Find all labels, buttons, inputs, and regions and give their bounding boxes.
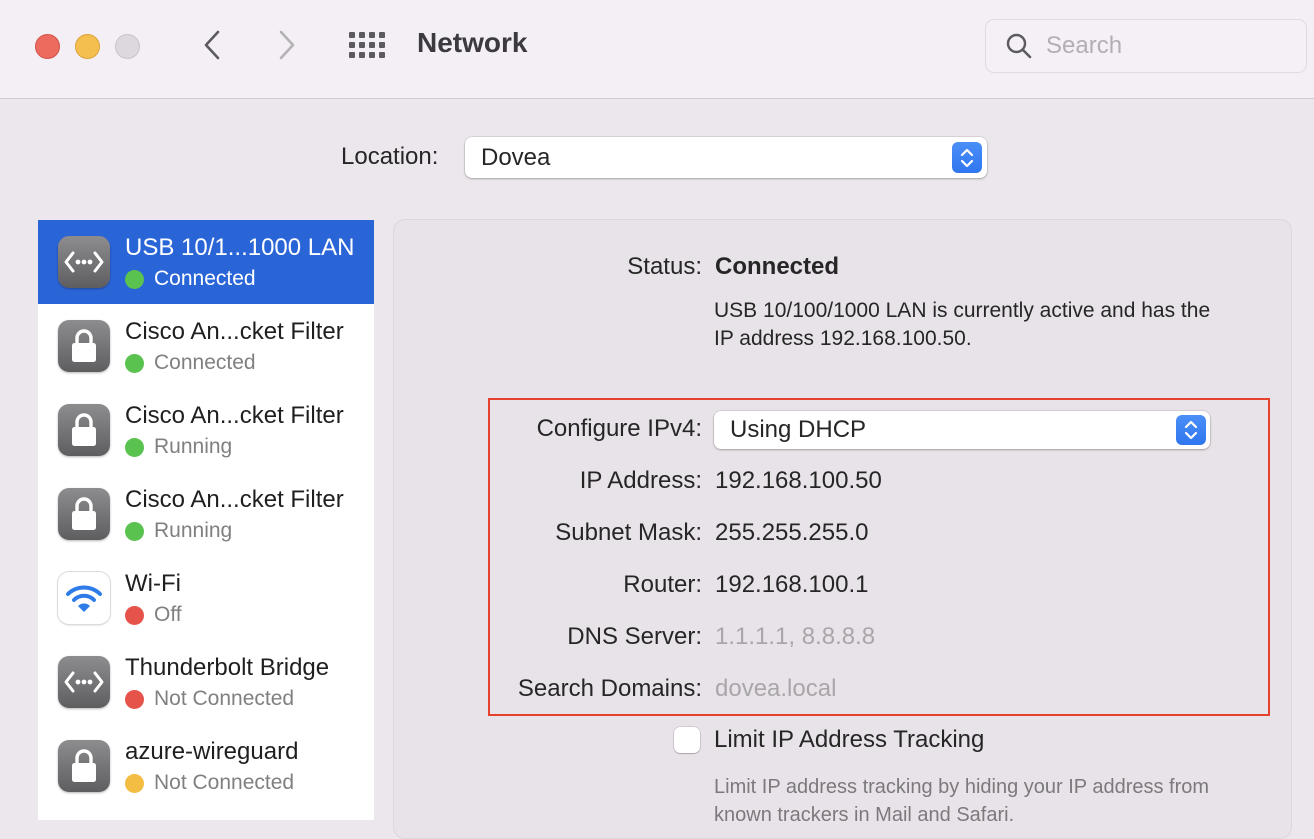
ethernet-icon	[58, 656, 110, 708]
service-name: Cisco An...cket Filter	[125, 486, 344, 513]
subnet-mask-value: 255.255.255.0	[715, 519, 869, 546]
service-item[interactable]: Cisco An...cket Filter Connected	[38, 304, 374, 388]
location-value: Dovea	[481, 143, 551, 171]
service-status: Running	[154, 519, 233, 542]
configure-ipv4-value: Using DHCP	[730, 416, 867, 443]
lock-icon	[58, 488, 110, 540]
service-name: Thunderbolt Bridge	[125, 654, 330, 681]
lock-icon	[58, 404, 110, 456]
chevron-left-icon	[204, 30, 220, 60]
location-dropdown[interactable]: Dovea	[465, 137, 987, 178]
service-status: Running	[154, 435, 233, 458]
configure-ipv4-dropdown[interactable]: Using DHCP	[714, 411, 1210, 449]
service-item[interactable]: Wi-Fi Off	[38, 556, 374, 640]
service-name: USB 10/1...1000 LAN	[125, 234, 355, 261]
service-status: Connected	[154, 351, 256, 374]
chevron-right-icon	[279, 30, 295, 60]
subnet-mask-label: Subnet Mask:	[555, 519, 702, 546]
router-label: Router:	[623, 571, 702, 598]
service-item[interactable]: Cisco An...cket Filter Running	[38, 388, 374, 472]
service-name: Cisco An...cket Filter	[125, 318, 344, 345]
status-value: Connected	[715, 253, 840, 280]
lock-icon	[58, 320, 110, 372]
service-item[interactable]: Cisco An...cket Filter Running	[38, 472, 374, 556]
service-name: Wi-Fi	[125, 570, 181, 597]
ip-address-label: IP Address:	[579, 467, 702, 494]
service-status: Not Connected	[154, 771, 295, 794]
ethernet-icon	[58, 236, 110, 288]
up-down-chevron-icon	[1184, 420, 1198, 440]
close-window-button[interactable]	[35, 34, 60, 59]
status-dot	[125, 437, 144, 457]
dns-server-label: DNS Server:	[567, 623, 702, 650]
zoom-window-button[interactable]	[115, 34, 140, 59]
limit-ip-tracking-checkbox[interactable]	[674, 727, 700, 753]
status-dot	[125, 269, 144, 289]
search-domains-value: dovea.local	[715, 675, 837, 702]
status-dot	[125, 605, 144, 625]
configure-ipv4-stepper	[1176, 415, 1206, 445]
dns-server-value: 1.1.1.1, 8.8.8.8	[715, 623, 876, 650]
service-item[interactable]: Thunderbolt Bridge Not Connected	[38, 640, 374, 724]
window-title: Network	[417, 27, 528, 58]
status-dot	[125, 521, 144, 541]
service-status: Not Connected	[154, 687, 295, 710]
wifi-icon	[58, 572, 110, 624]
configure-ipv4-label: Configure IPv4:	[536, 415, 702, 442]
status-label: Status:	[627, 253, 702, 280]
lock-icon	[58, 740, 110, 792]
back-button[interactable]	[197, 28, 227, 62]
search-icon	[1006, 33, 1032, 59]
title-bar: Network	[0, 0, 1314, 99]
forward-button[interactable]	[272, 28, 302, 62]
minimize-window-button[interactable]	[75, 34, 100, 59]
search-input[interactable]	[1046, 32, 1286, 60]
search-domains-label: Search Domains:	[517, 675, 702, 702]
location-stepper	[952, 142, 982, 173]
limit-ip-tracking-description: Limit IP address tracking by hiding your…	[714, 776, 1210, 826]
location-label: Location:	[341, 143, 439, 170]
status-dot	[125, 353, 144, 373]
status-dot	[125, 773, 144, 793]
status-dot	[125, 689, 144, 709]
show-all-grid-button[interactable]	[349, 32, 387, 58]
service-status: Connected	[154, 267, 256, 290]
service-item[interactable]: azure-wireguard Not Connected	[38, 724, 374, 808]
router-value: 192.168.100.1	[715, 571, 869, 598]
service-item[interactable]: USB 10/1...1000 LAN Connected	[38, 220, 374, 304]
service-name: azure-wireguard	[125, 738, 299, 765]
status-description: USB 10/100/1000 LAN is currently active …	[714, 299, 1211, 350]
search-field[interactable]	[985, 19, 1307, 73]
up-down-chevron-icon	[960, 148, 974, 167]
service-name: Cisco An...cket Filter	[125, 402, 344, 429]
service-status: Off	[154, 603, 182, 626]
service-list: USB 10/1...1000 LAN Connected Cisco An..…	[38, 220, 374, 820]
limit-ip-tracking-label[interactable]: Limit IP Address Tracking	[714, 726, 984, 754]
ip-address-value: 192.168.100.50	[715, 467, 882, 494]
